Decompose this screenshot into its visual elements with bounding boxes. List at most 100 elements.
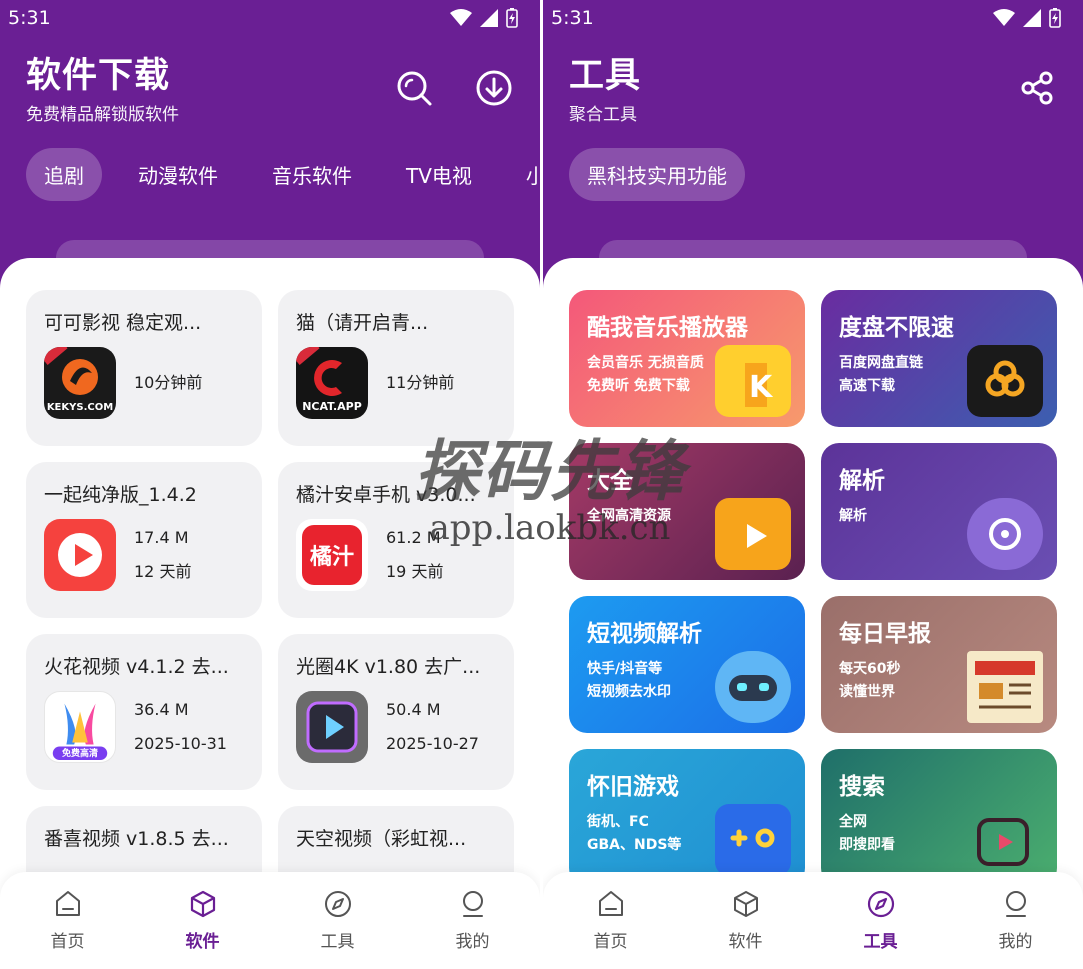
wifi-icon — [450, 9, 472, 26]
tab-tv[interactable]: TV电视 — [388, 148, 490, 201]
tab-music[interactable]: 音乐软件 — [254, 148, 370, 201]
status-time: 5:31 — [8, 7, 51, 29]
app-name: 天空视频（彩虹视... — [296, 828, 467, 850]
nav-label: 首页 — [593, 932, 628, 952]
nav-label: 工具 — [863, 932, 898, 952]
app-icon-ncat: NCAT.APP — [296, 347, 368, 419]
home-icon — [55, 891, 80, 916]
app-name: 火花视频 v4.1.2 去... — [44, 656, 229, 678]
tools-screen: 5:31 工具 聚合工具 黑科技实用功能 酷我音乐播放器 会员音乐 无损音质 免费… — [543, 0, 1083, 969]
bottom-nav: 首页 软件 工具 我的 — [543, 872, 1083, 969]
status-bar: 5:31 — [0, 0, 540, 36]
newspaper-icon — [967, 651, 1043, 723]
wifi-icon — [993, 9, 1015, 26]
app-updated: 12 天前 — [134, 562, 192, 581]
app-card[interactable]: 火花视频 v4.1.2 去... 免费高清 36.4 M 2025-10-31 — [26, 634, 262, 790]
tab-drama[interactable]: 追剧 — [26, 147, 102, 201]
tool-title: 大全 — [587, 468, 633, 494]
tool-title: 度盘不限速 — [839, 315, 954, 341]
nav-label: 首页 — [50, 932, 85, 952]
download-button[interactable] — [474, 68, 514, 108]
app-size: 50.4 M — [386, 700, 441, 719]
tool-card-daily-news[interactable]: 每日早报 每天60秒 读懂世界 — [821, 596, 1057, 733]
gamepad-icon — [715, 804, 791, 876]
nav-label: 我的 — [455, 932, 490, 952]
category-tabs: 黑科技实用功能 — [543, 146, 1083, 202]
tool-card-video-all[interactable]: 大全 全网高清资源 — [569, 443, 805, 580]
app-icon-label: 免费高清 — [61, 749, 98, 759]
juzhi-app-icon: 橘汁 — [296, 519, 368, 591]
status-bar: 5:31 — [543, 0, 1083, 36]
nav-home[interactable]: 首页 — [0, 872, 135, 969]
app-card[interactable]: 一起纯净版_1.4.2 17.4 M 12 天前 — [26, 462, 262, 618]
status-time: 5:31 — [551, 7, 594, 29]
nav-label: 我的 — [998, 932, 1033, 952]
app-card[interactable]: 可可影视 稳定观... KEKYS.COM 10分钟前 — [26, 290, 262, 446]
app-name: 光圈4K v1.80 去广... — [296, 656, 481, 678]
tool-card-search[interactable]: 搜索 全网 即搜即看 — [821, 749, 1057, 886]
nav-software[interactable]: 软件 — [678, 872, 813, 969]
nav-label: 软件 — [185, 932, 220, 952]
header: 软件下载 免费精品解锁版软件 — [0, 36, 540, 146]
user-icon — [1005, 891, 1026, 917]
nav-mine[interactable]: 我的 — [948, 872, 1083, 969]
search-button[interactable] — [394, 68, 434, 108]
tool-card-parse[interactable]: 解析 解析 — [821, 443, 1057, 580]
nav-tools[interactable]: 工具 — [813, 872, 948, 969]
app-card[interactable]: 橘汁安卓手机 v3.0... 橘汁 61.2 M 19 天前 — [278, 462, 514, 618]
app-updated: 2025-10-31 — [134, 734, 227, 753]
nav-home[interactable]: 首页 — [543, 872, 678, 969]
app-icon-kekys: KEKYS.COM — [44, 347, 116, 419]
tool-title: 酷我音乐播放器 — [587, 315, 748, 341]
app-name: 猫（请开启青... — [296, 312, 429, 334]
tv-icon — [715, 498, 791, 570]
play-app-icon — [44, 519, 116, 591]
huohua-app-icon: 免费高清 — [44, 691, 116, 763]
tool-card-short-video[interactable]: 短视频解析 快手/抖音等 短视频去水印 — [569, 596, 805, 733]
signal-icon — [1023, 9, 1041, 27]
app-updated: 10分钟前 — [134, 373, 203, 392]
tool-list: 酷我音乐播放器 会员音乐 无损音质 免费听 免费下载 K 度盘不限速 百度网盘直链… — [543, 258, 1083, 969]
compass-icon — [324, 891, 351, 917]
software-screen: 5:31 软件下载 免费精品解锁版软件 追剧 动漫软件 音乐软件 TV电视 小 … — [0, 0, 540, 969]
cube-icon — [190, 890, 215, 918]
page-subtitle: 聚合工具 — [569, 105, 637, 125]
page-title: 工具 — [569, 56, 642, 96]
tool-card-retro-games[interactable]: 怀旧游戏 街机、FC GBA、NDS等 — [569, 749, 805, 886]
tool-title: 解析 — [839, 468, 885, 494]
tab-anime[interactable]: 动漫软件 — [120, 148, 236, 201]
app-list: 可可影视 稳定观... KEKYS.COM 10分钟前 猫（请开启青... NC… — [0, 258, 540, 969]
nav-software[interactable]: 软件 — [135, 872, 270, 969]
tool-title: 怀旧游戏 — [587, 774, 679, 800]
tab-black-tech[interactable]: 黑科技实用功能 — [569, 147, 745, 201]
robot-icon — [715, 651, 791, 723]
nav-tools[interactable]: 工具 — [270, 872, 405, 969]
bottom-nav: 首页 软件 工具 我的 — [0, 872, 540, 969]
tool-card-baidu[interactable]: 度盘不限速 百度网盘直链 高速下载 — [821, 290, 1057, 427]
app-size: 36.4 M — [134, 700, 189, 719]
app-card[interactable]: 猫（请开启青... NCAT.APP 11分钟前 — [278, 290, 514, 446]
tool-title: 搜索 — [839, 774, 885, 800]
app-name: 一起纯净版_1.4.2 — [44, 484, 197, 506]
search-icon — [397, 71, 432, 106]
guangquan-app-icon — [296, 691, 368, 763]
nav-label: 工具 — [320, 932, 355, 952]
share-button[interactable] — [1017, 68, 1057, 108]
app-icon-label: NCAT.APP — [302, 400, 362, 413]
app-card[interactable]: 光圈4K v1.80 去广... 50.4 M 2025-10-27 — [278, 634, 514, 790]
tool-card-kuwo[interactable]: 酷我音乐播放器 会员音乐 无损音质 免费听 免费下载 K — [569, 290, 805, 427]
svg-text:K: K — [749, 370, 774, 405]
app-icon-label: KEKYS.COM — [46, 402, 114, 413]
home-icon — [598, 891, 623, 916]
signal-icon — [480, 9, 498, 27]
header: 工具 聚合工具 — [543, 36, 1083, 146]
share-icon — [1021, 71, 1053, 105]
app-updated: 11分钟前 — [386, 373, 455, 392]
tab-more[interactable]: 小 — [508, 148, 540, 201]
category-tabs: 追剧 动漫软件 音乐软件 TV电视 小 — [0, 146, 540, 202]
music-box-icon: K — [715, 345, 791, 417]
video-play-icon — [967, 804, 1043, 876]
app-name: 番喜视频 v1.8.5 去... — [44, 828, 229, 850]
nav-mine[interactable]: 我的 — [405, 872, 540, 969]
app-updated: 2025-10-27 — [386, 734, 479, 753]
